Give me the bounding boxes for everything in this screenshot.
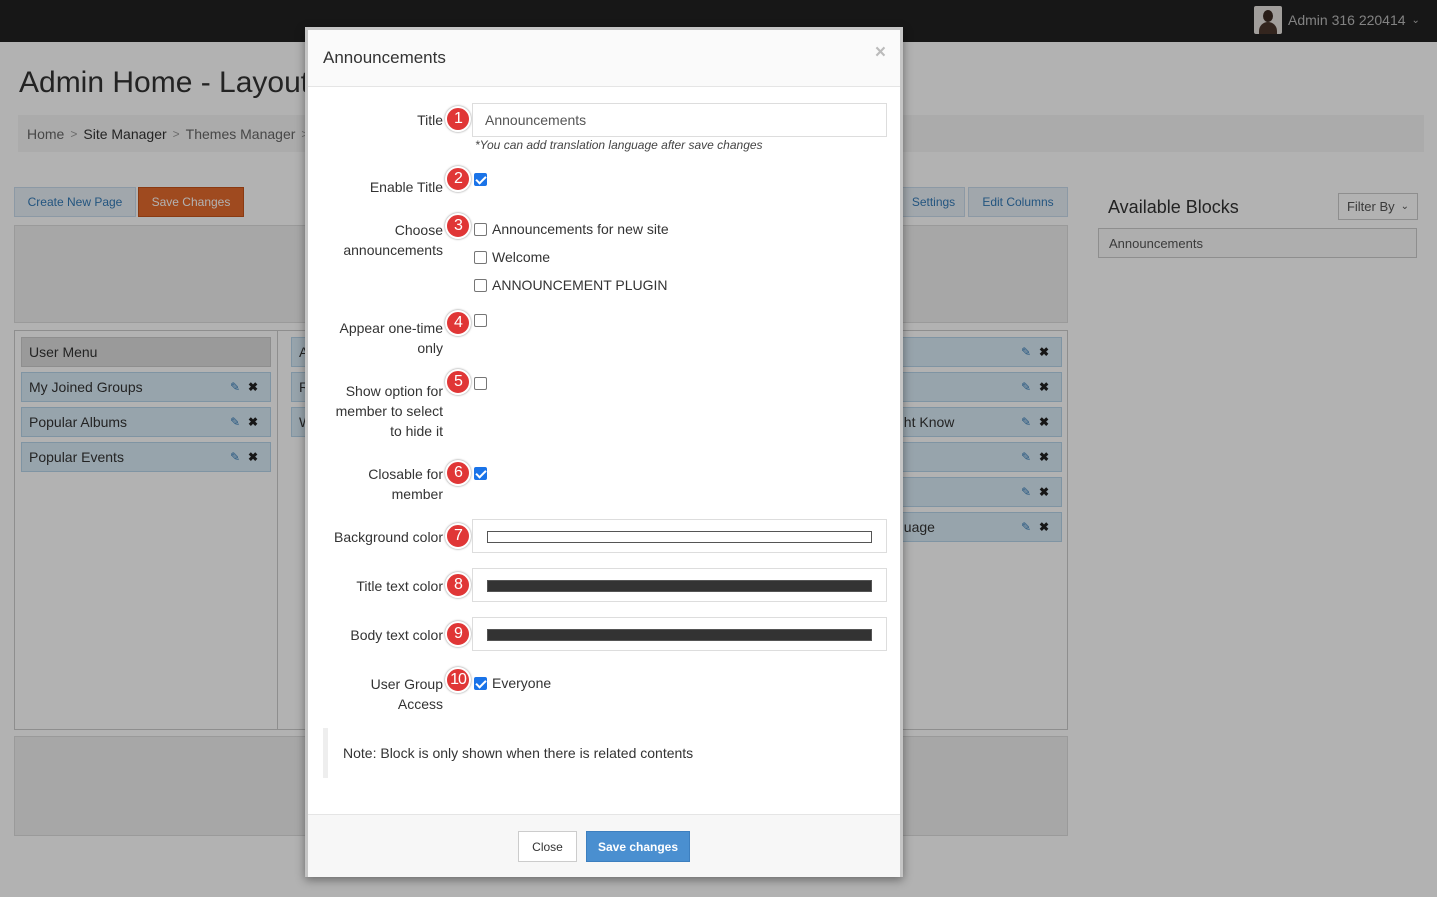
announcements-modal: Announcements × Title 1 Announcements *Y… bbox=[305, 27, 903, 877]
body-color-swatch[interactable] bbox=[487, 629, 872, 641]
modal-title: Announcements bbox=[323, 48, 446, 67]
user-group-label: User Group bbox=[370, 676, 443, 692]
step-badge: 9 bbox=[445, 621, 471, 647]
announcement-option-label: Welcome bbox=[492, 249, 551, 265]
close-icon[interactable]: × bbox=[875, 42, 886, 64]
everyone-label: Everyone bbox=[492, 675, 552, 691]
announcement-option-label: ANNOUNCEMENT PLUGIN bbox=[492, 277, 668, 293]
enable-title-checkbox[interactable] bbox=[474, 173, 487, 186]
everyone-checkbox[interactable] bbox=[474, 677, 487, 690]
modal-header: Announcements × bbox=[308, 30, 900, 87]
step-badge: 6 bbox=[445, 460, 471, 486]
appear-once-label: Appear one-time bbox=[339, 320, 443, 336]
closable-checkbox[interactable] bbox=[474, 467, 487, 480]
title-color-label: Title text color bbox=[356, 578, 443, 594]
show-option-label: to hide it bbox=[390, 423, 443, 439]
show-option-label: Show option for bbox=[345, 383, 443, 399]
note-text: Note: Block is only shown when there is … bbox=[343, 745, 694, 761]
background-color-swatch[interactable] bbox=[487, 531, 872, 543]
step-badge: 3 bbox=[445, 213, 471, 239]
title-input[interactable]: Announcements bbox=[472, 103, 887, 137]
title-color-swatch[interactable] bbox=[487, 580, 872, 592]
step-badge: 1 bbox=[445, 106, 471, 132]
appear-once-checkbox[interactable] bbox=[474, 314, 487, 327]
enable-title-label: Enable Title bbox=[369, 179, 443, 195]
step-badge: 2 bbox=[445, 166, 471, 192]
step-badge: 7 bbox=[445, 523, 471, 549]
background-color-label: Background color bbox=[334, 529, 443, 545]
announcement-checkbox[interactable] bbox=[474, 251, 487, 264]
title-help-text: *You can add translation language after … bbox=[475, 138, 763, 152]
step-badge: 5 bbox=[445, 369, 471, 395]
appear-once-label: only bbox=[417, 340, 443, 356]
show-option-label: member to select bbox=[335, 403, 443, 419]
user-group-label: Access bbox=[397, 696, 443, 712]
step-badge: 10 bbox=[445, 667, 471, 693]
step-badge: 8 bbox=[445, 572, 471, 598]
announcement-checkbox[interactable] bbox=[474, 279, 487, 292]
choose-label: Choose bbox=[394, 222, 443, 238]
show-hide-option-checkbox[interactable] bbox=[474, 377, 487, 390]
closable-label: Closable for bbox=[368, 466, 443, 482]
close-button[interactable]: Close bbox=[518, 831, 577, 862]
announcement-option-label: Announcements for new site bbox=[492, 221, 669, 237]
modal-footer: Close Save changes bbox=[308, 814, 900, 877]
title-label: Title bbox=[417, 112, 443, 128]
body-color-label: Body text color bbox=[350, 627, 443, 643]
block-note: Note: Block is only shown when there is … bbox=[323, 728, 887, 778]
closable-label: member bbox=[391, 486, 443, 502]
step-badge: 4 bbox=[445, 310, 471, 336]
announcement-checkbox[interactable] bbox=[474, 223, 487, 236]
save-changes-modal-button[interactable]: Save changes bbox=[586, 831, 690, 862]
choose-label: announcements bbox=[343, 242, 443, 258]
